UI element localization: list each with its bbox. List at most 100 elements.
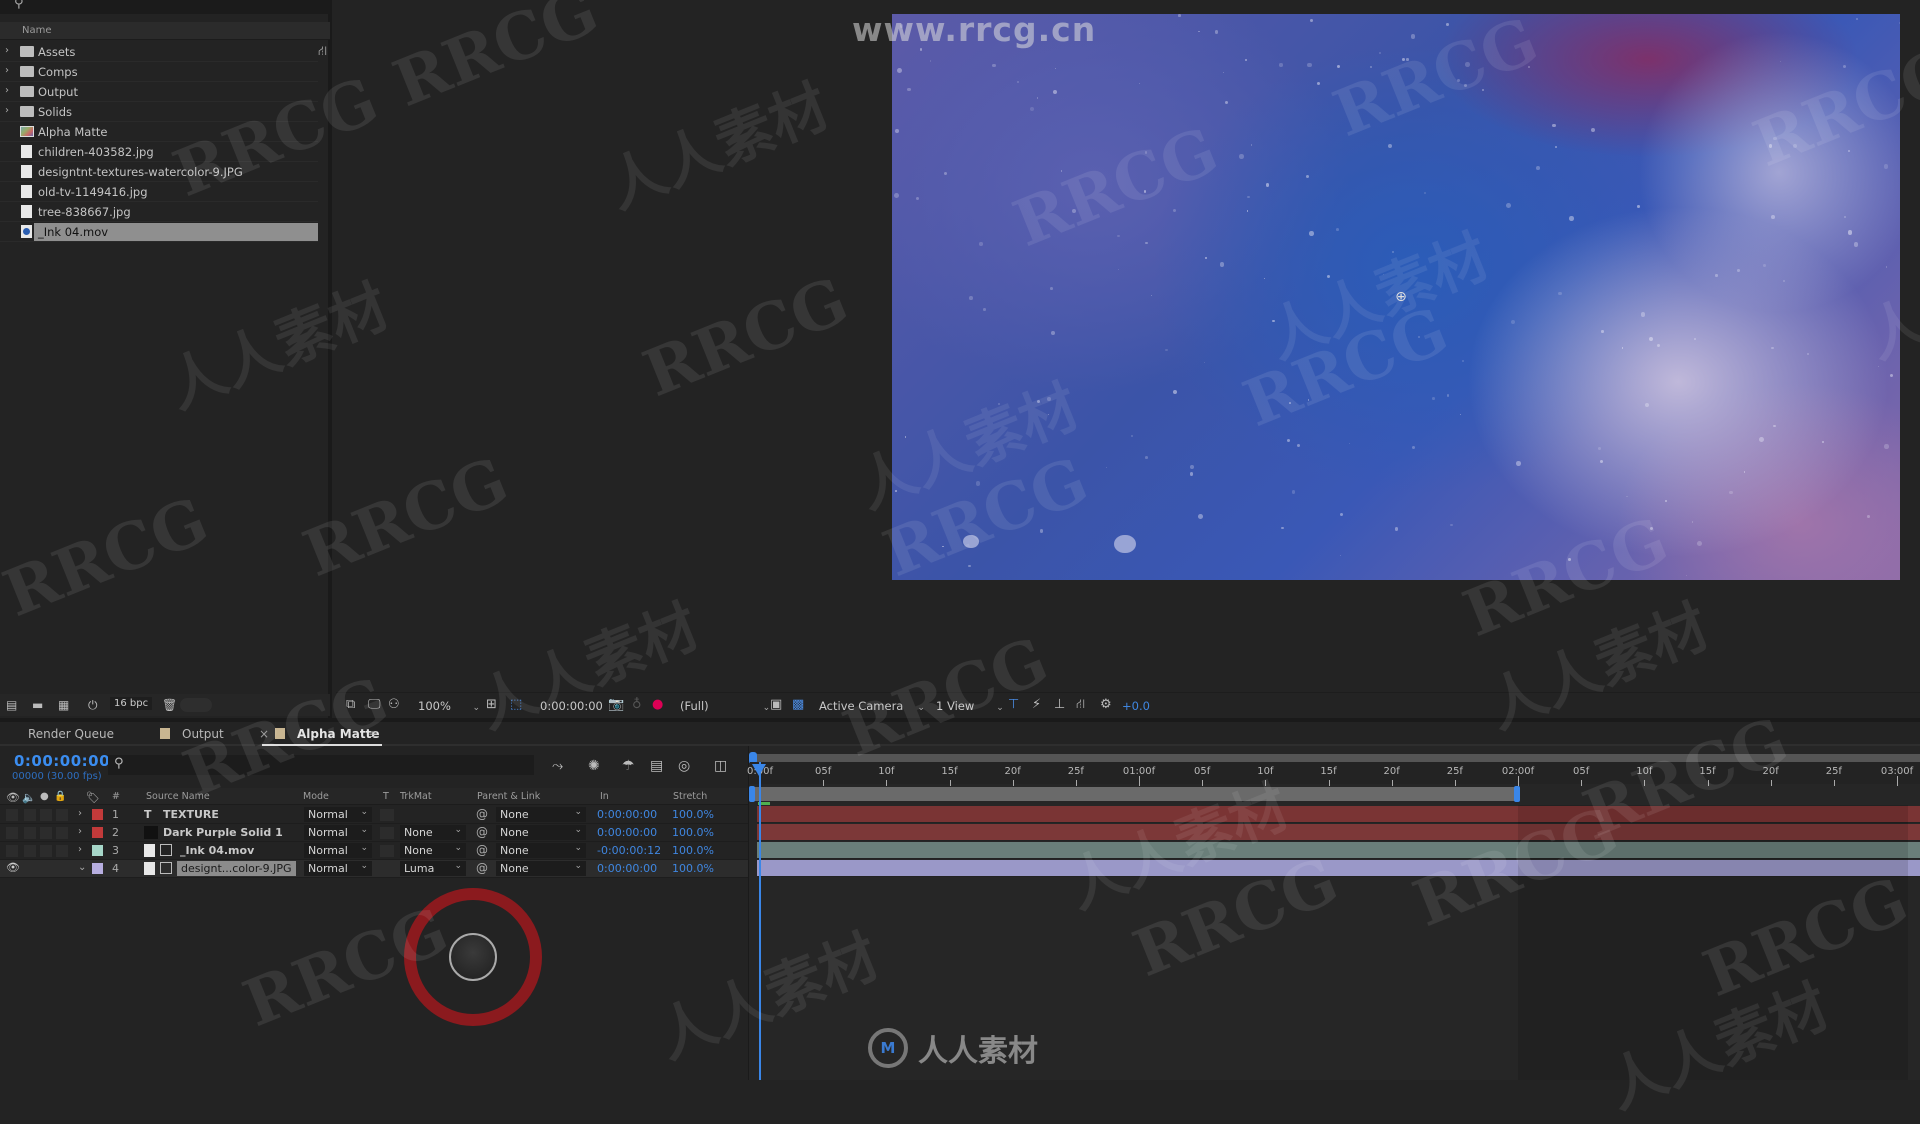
label-tag-icon[interactable]: 🏷 [86, 791, 100, 804]
layer-source-name[interactable]: designt...color-9.JPG [177, 861, 296, 876]
video-toggle-icon[interactable]: 👁 [6, 791, 20, 804]
bit-depth-button[interactable]: 16 bpc [110, 697, 153, 710]
monitor-icon[interactable]: 🖵 [368, 697, 381, 712]
comp-switch-icon[interactable] [160, 862, 172, 874]
project-item[interactable]: › Output [0, 82, 318, 102]
chevron-right-icon[interactable]: › [5, 85, 9, 96]
parent-dropdown[interactable]: None ⌄ [496, 861, 586, 876]
label-color-swatch[interactable] [92, 863, 103, 874]
draft-3d-icon[interactable]: ✺ [588, 758, 600, 774]
lock-icon[interactable]: 🔒 [54, 791, 66, 802]
region-of-interest-icon[interactable]: ▣ [770, 697, 782, 712]
in-point-value[interactable]: 0:00:00:00 [597, 808, 657, 821]
video-switch[interactable] [6, 827, 18, 839]
audio-switch[interactable] [24, 827, 36, 839]
in-point-value[interactable]: -0:00:00:12 [597, 844, 661, 857]
flowchart-icon[interactable]: ⛙ [1076, 697, 1085, 714]
label-color-swatch[interactable] [92, 827, 103, 838]
stretch-value[interactable]: 100.0% [672, 808, 714, 821]
new-folder-icon[interactable]: ▬ [32, 698, 43, 712]
toggle-pixel-aspect-icon[interactable]: ⊤ [1008, 697, 1019, 712]
layer-source-name[interactable]: TEXTURE [163, 808, 219, 821]
mode-dropdown[interactable]: Normal ⌄ [304, 825, 372, 840]
trkmat-dropdown[interactable]: None ⌄ [400, 843, 466, 858]
hide-shy-layers-icon[interactable]: ☂ [622, 758, 635, 774]
project-item[interactable]: designtnt-textures-watercolor-9.JPG [0, 162, 318, 182]
layer-row[interactable]: › 2 Dark Purple Solid 1 Normal ⌄ None ⌄ @ None ⌄ 0… [0, 824, 748, 842]
video-switch[interactable] [6, 809, 18, 821]
project-item[interactable]: children-403582.jpg [0, 142, 318, 162]
tab-render-queue[interactable]: Render Queue [28, 727, 114, 741]
chevron-right-icon[interactable]: › [5, 45, 9, 56]
preserve-transparency-switch[interactable] [380, 809, 394, 821]
layer-source-name[interactable]: _Ink 04.mov [180, 844, 254, 857]
lock-switch[interactable] [56, 809, 68, 821]
solo-switch[interactable] [40, 863, 52, 875]
solo-icon[interactable]: ● [40, 791, 49, 802]
new-composition-icon[interactable]: ▦ [58, 698, 69, 712]
project-search-input[interactable]: ⚲ [0, 0, 330, 14]
exposure-value[interactable]: +0.0 [1122, 699, 1150, 713]
video-switch[interactable] [6, 845, 18, 857]
layer-row[interactable]: › 3 _Ink 04.mov Normal ⌄ None ⌄ @ None ⌄ -0:00:00:… [0, 842, 748, 860]
tab-output[interactable]: Output [182, 727, 224, 741]
pick-whip-icon[interactable]: @ [476, 825, 488, 839]
magnification-dropdown[interactable]: 100% ⌄ [418, 699, 480, 713]
stretch-value[interactable]: 100.0% [672, 826, 714, 839]
always-preview-icon[interactable]: ⧉ [346, 697, 355, 712]
parent-dropdown[interactable]: None ⌄ [496, 825, 586, 840]
show-snapshot-icon[interactable]: ♁ [632, 697, 642, 712]
frame-blending-icon[interactable]: ▤ [650, 758, 663, 774]
solo-switch[interactable] [40, 809, 52, 821]
pick-whip-icon[interactable]: @ [476, 807, 488, 821]
audio-toggle-icon[interactable]: 🔈 [22, 791, 36, 804]
mode-dropdown[interactable]: Normal ⌄ [304, 843, 372, 858]
eye-icon[interactable]: 👁 [6, 861, 20, 874]
label-color-swatch[interactable] [92, 809, 103, 820]
in-point-value[interactable]: 0:00:00:00 [597, 826, 657, 839]
stretch-value[interactable]: 100.0% [672, 844, 714, 857]
resolution-dropdown[interactable]: (Full) ⌄ [680, 699, 770, 713]
lock-switch[interactable] [56, 863, 68, 875]
audio-switch[interactable] [24, 863, 36, 875]
work-area-bar[interactable] [750, 787, 1518, 801]
layer-source-name[interactable]: Dark Purple Solid 1 [163, 826, 283, 839]
preserve-transparency-switch[interactable] [380, 863, 394, 875]
channel-icon[interactable]: ● [652, 697, 663, 712]
current-time-indicator-handle[interactable] [752, 764, 766, 776]
project-item[interactable]: tree-838667.jpg [0, 202, 318, 222]
project-settings-icon[interactable]: ⏻ [88, 698, 98, 713]
lock-switch[interactable] [56, 845, 68, 857]
timeline-icon[interactable]: ⊥ [1054, 697, 1065, 712]
project-item[interactable]: › Comps [0, 62, 318, 82]
preserve-transparency-switch[interactable] [380, 845, 394, 857]
comp-switch-icon[interactable] [160, 844, 172, 856]
column-source-name[interactable]: Source Name [146, 791, 210, 802]
project-item[interactable]: › Solids [0, 102, 318, 122]
audio-switch[interactable] [24, 845, 36, 857]
camera-dropdown[interactable]: Active Camera ⌄ [819, 699, 925, 713]
mode-dropdown[interactable]: Normal ⌄ [304, 807, 372, 822]
pick-whip-icon[interactable]: @ [476, 843, 488, 857]
mode-dropdown[interactable]: Normal ⌄ [304, 861, 372, 876]
project-item[interactable]: _Ink 04.mov [0, 222, 318, 242]
flowchart-icon[interactable]: ⛙ [318, 44, 327, 61]
chevron-right-icon[interactable]: › [78, 808, 82, 819]
current-time-display[interactable]: 0:00:00:00 [14, 752, 110, 770]
thumbnail-slider[interactable] [180, 698, 212, 712]
current-time-field[interactable]: 0:00:00:00 [540, 699, 603, 713]
mask-visibility-icon[interactable]: ⚇ [388, 697, 400, 712]
project-item[interactable]: › Assets [0, 42, 318, 62]
chevron-right-icon[interactable]: › [78, 844, 82, 855]
exposure-reset-icon[interactable]: ⚙ [1100, 697, 1112, 712]
audio-switch[interactable] [24, 809, 36, 821]
parent-dropdown[interactable]: None ⌄ [496, 843, 586, 858]
chevron-right-icon[interactable]: › [5, 105, 9, 116]
interpret-footage-icon[interactable]: ▤ [6, 698, 17, 712]
composition-flowchart-icon[interactable]: ⤳ [552, 758, 563, 774]
trkmat-dropdown[interactable]: None ⌄ [400, 825, 466, 840]
trash-icon[interactable]: 🗑 [162, 698, 177, 712]
work-area-end-handle[interactable] [1514, 786, 1520, 802]
snapshot-camera-icon[interactable]: 📷 [608, 697, 624, 712]
project-item[interactable]: old-tv-1149416.jpg [0, 182, 318, 202]
